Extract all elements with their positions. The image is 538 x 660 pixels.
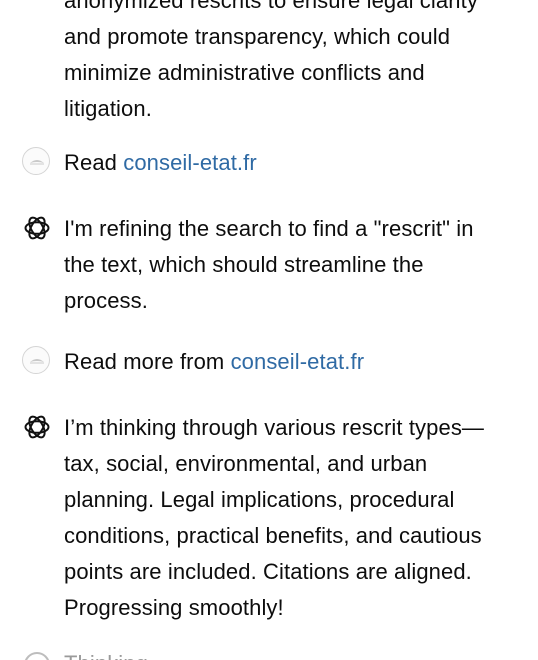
site-favicon-icon: [22, 346, 50, 374]
paragraph-thought-1: I'm refining the search to find a "rescr…: [64, 211, 474, 319]
assistant-logo-icon: [22, 213, 52, 243]
text-line: minimize administrative conflicts and: [64, 60, 425, 85]
site-favicon-icon: [22, 147, 50, 175]
read-row: Read conseil-etat.fr: [64, 145, 257, 181]
text-line: the text, which should streamline the: [64, 252, 424, 277]
text-line: and promote transparency, which could: [64, 24, 451, 49]
text-line: Progressing smoothly!: [64, 595, 284, 620]
text-line: litigation.: [64, 96, 152, 121]
status-text: Thinking: [64, 651, 148, 660]
text-line: I’m thinking through various rescrit typ…: [64, 415, 485, 440]
text-line: I'm refining the search to find a "rescr…: [64, 216, 474, 241]
source-link[interactable]: conseil-etat.fr: [231, 349, 365, 374]
source-link[interactable]: conseil-etat.fr: [123, 150, 257, 175]
loading-icon: [22, 650, 52, 660]
text-line: tax, social, environmental, and urban: [64, 451, 428, 476]
text-line: anonymized rescrits to ensure legal clar…: [64, 0, 478, 13]
assistant-logo-icon: [22, 412, 52, 442]
text-line: points are included. Citations are align…: [64, 559, 472, 584]
read-label: Read: [64, 150, 124, 175]
text-line: process.: [64, 288, 148, 313]
read-more-row: Read more from conseil-etat.fr: [64, 344, 364, 380]
read-more-label: Read more from: [64, 349, 231, 374]
text-line: conditions, practical benefits, and caut…: [64, 523, 482, 548]
paragraph-thought-2: I’m thinking through various rescrit typ…: [64, 410, 484, 626]
text-line: planning. Legal implications, procedural: [64, 487, 455, 512]
paragraph-intro: anonymized rescrits to ensure legal clar…: [64, 0, 478, 127]
bottom-status: Thinking: [64, 646, 148, 660]
